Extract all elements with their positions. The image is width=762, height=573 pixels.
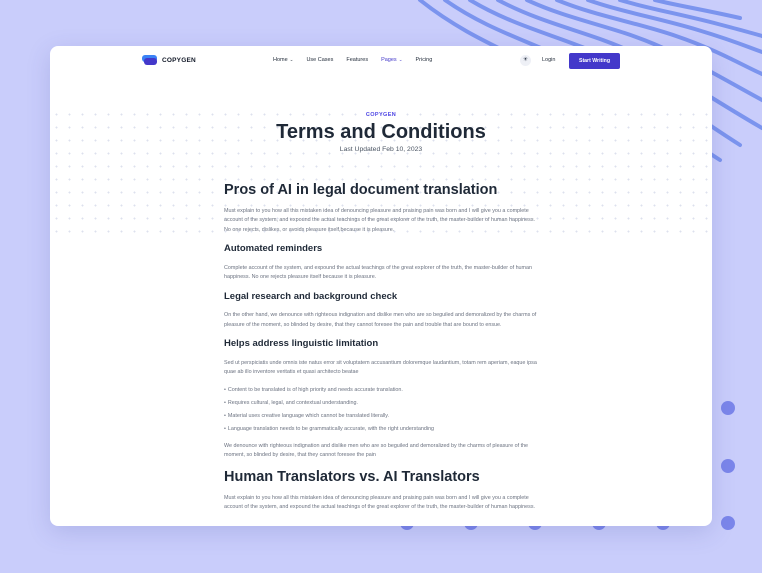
last-updated-text: Last Updated Feb 10, 2023 bbox=[339, 146, 423, 153]
nav-item-pricing[interactable]: Pricing bbox=[415, 57, 432, 63]
paragraph: Sed ut perspiciatis unde omnis iste natu… bbox=[224, 359, 537, 376]
brand-name: COPYGEN bbox=[162, 56, 196, 64]
subsection-heading: Automated reminders bbox=[224, 243, 323, 255]
list-item: Material uses creative language which ca… bbox=[224, 413, 538, 419]
decorative-dot bbox=[721, 516, 735, 530]
nav-item-label: Pages bbox=[381, 57, 397, 63]
nav-item-use-cases[interactable]: Use Cases bbox=[306, 57, 333, 63]
browser-card: COPYGEN Home ⌄ Use Cases Features Pages … bbox=[50, 46, 712, 526]
section-heading: Human Translators vs. AI Translators bbox=[224, 468, 480, 485]
bullet-list: Content to be translated is of high prio… bbox=[224, 387, 538, 432]
nav-item-label: Pricing bbox=[415, 57, 433, 63]
list-item: Content to be translated is of high prio… bbox=[224, 387, 538, 393]
sun-icon[interactable]: ☀ bbox=[520, 55, 531, 66]
paragraph: Must explain to you how all this mistake… bbox=[224, 494, 536, 511]
terms-content: Pros of AI in legal document translation… bbox=[224, 182, 538, 522]
page-title: Terms and Conditions bbox=[276, 121, 486, 143]
list-item: Requires cultural, legal, and contextual… bbox=[224, 400, 538, 406]
paragraph: On the other hand, we denounce with righ… bbox=[224, 312, 537, 328]
nav-item-label: Use Cases bbox=[306, 57, 334, 63]
nav-item-features[interactable]: Features bbox=[346, 57, 368, 63]
chevron-down-icon: ⌄ bbox=[289, 57, 294, 62]
paragraph: Complete account of the system, and expo… bbox=[224, 264, 533, 281]
main-menu: Home ⌄ Use Cases Features Pages ⌄ Pricin… bbox=[273, 57, 432, 63]
list-item: Language translation needs to be grammat… bbox=[224, 426, 538, 432]
paragraph: We denounce with righteous indignation a… bbox=[224, 442, 529, 459]
decorative-dot bbox=[721, 459, 735, 473]
paragraph: Must explain to you how all this mistake… bbox=[224, 207, 536, 233]
logo-icon bbox=[142, 55, 157, 65]
nav-item-home[interactable]: Home ⌄ bbox=[273, 57, 293, 63]
subsection-heading: Legal research and background check bbox=[224, 290, 398, 302]
page-header: COPYGEN Terms and Conditions Last Update… bbox=[50, 112, 712, 153]
subsection-heading: Helps address linguistic limitation bbox=[224, 338, 379, 350]
nav-item-label: Home bbox=[273, 57, 288, 63]
nav-item-pages[interactable]: Pages ⌄ bbox=[381, 57, 402, 63]
login-link[interactable]: Login bbox=[542, 57, 555, 63]
section-heading: Pros of AI in legal document translation bbox=[224, 182, 498, 198]
start-writing-button[interactable]: Start Writing bbox=[569, 53, 620, 69]
chevron-down-icon: ⌄ bbox=[398, 57, 403, 62]
nav-item-label: Features bbox=[346, 57, 369, 63]
top-navbar: COPYGEN Home ⌄ Use Cases Features Pages … bbox=[50, 46, 712, 76]
brand-logo[interactable]: COPYGEN bbox=[142, 55, 196, 65]
decorative-dot bbox=[721, 401, 735, 415]
eyebrow-label: COPYGEN bbox=[365, 112, 397, 118]
